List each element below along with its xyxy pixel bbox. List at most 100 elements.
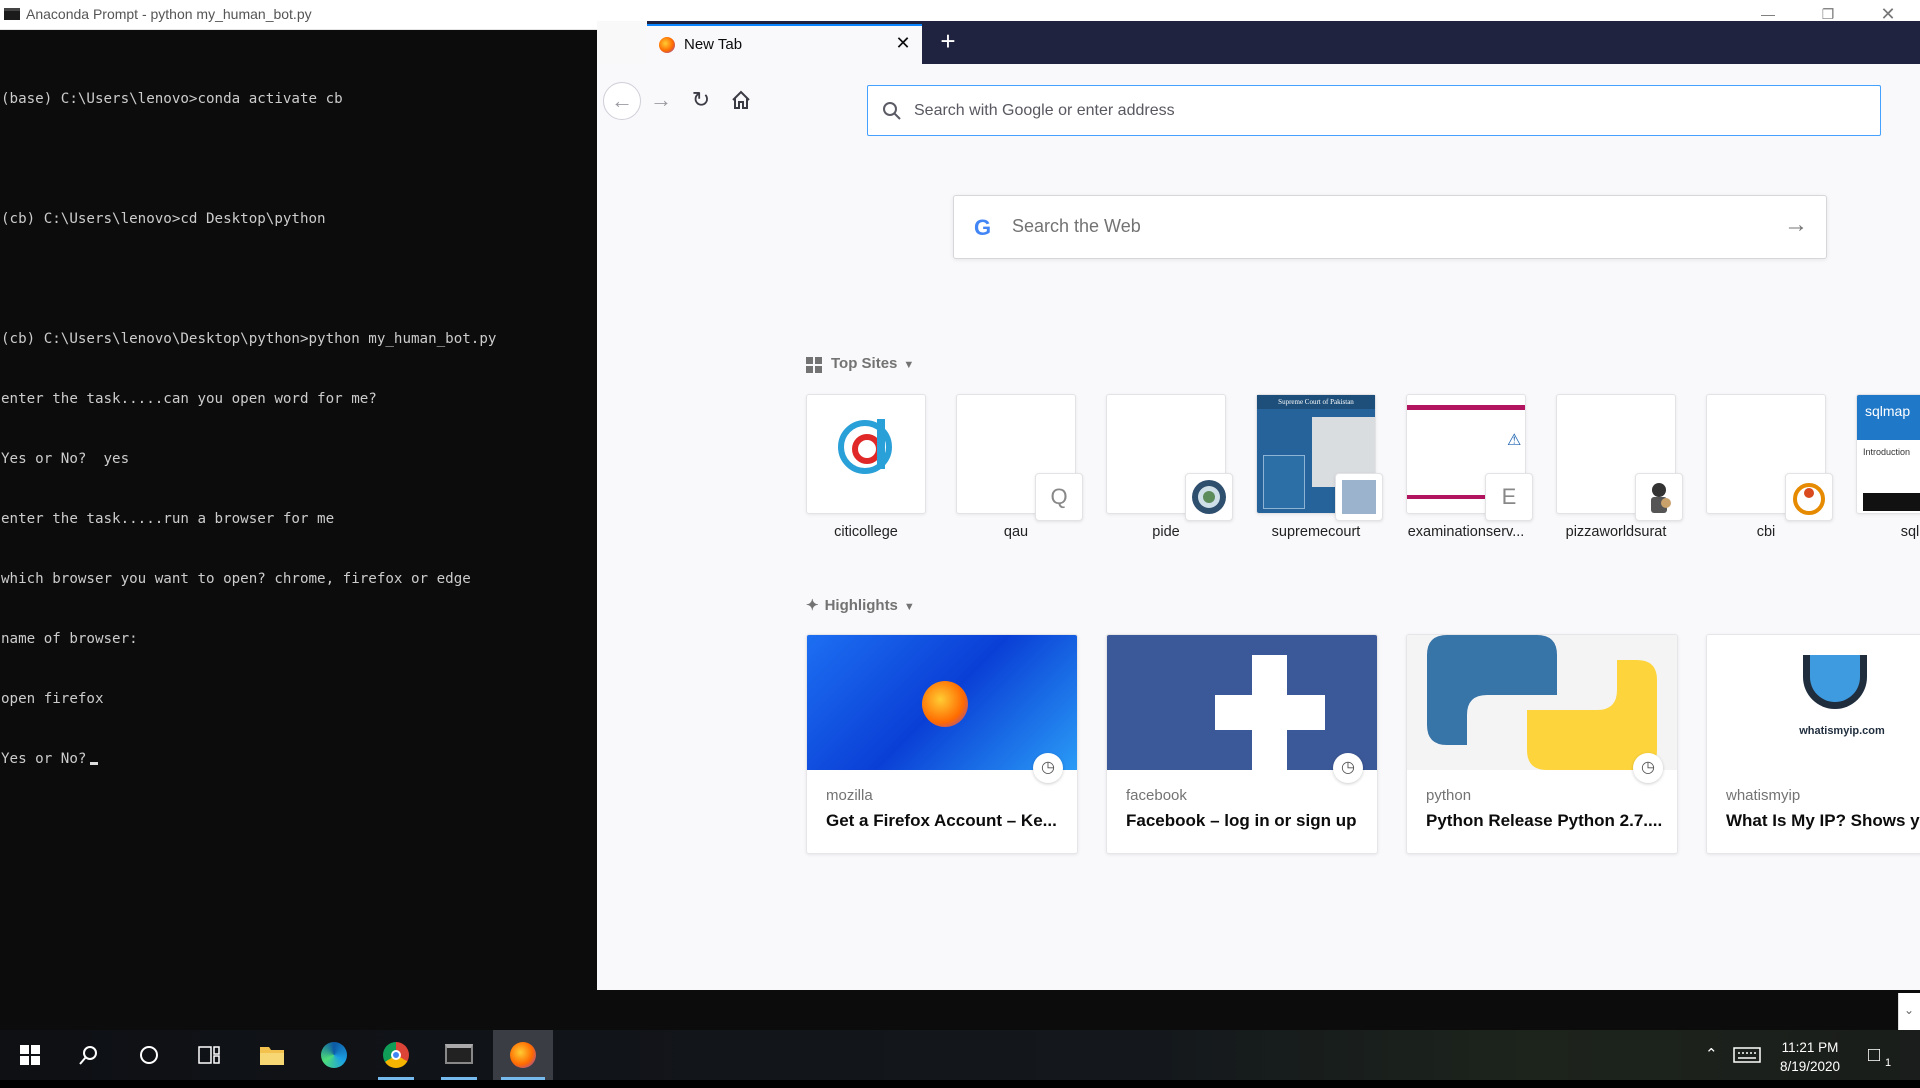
top-site-name: cbi — [1756, 524, 1776, 540]
highlight-title: Get a Firefox Account – Ke... — [826, 811, 1057, 830]
terminal-button[interactable] — [433, 1030, 485, 1080]
warning-icon: ⚠ — [1507, 432, 1522, 449]
site-favicon: E — [1485, 473, 1533, 521]
taskbar-clock[interactable]: 11:21 PM 8/19/2020 — [1762, 1038, 1858, 1076]
top-site-name: examinationserv... — [1407, 524, 1525, 540]
site-thumbnail — [1106, 394, 1233, 521]
console-scrollbar[interactable]: ⌄ — [1898, 993, 1920, 1030]
console-line: name of browser: — [1, 631, 138, 647]
search-button[interactable] — [63, 1030, 115, 1080]
clock-icon: ◷ — [1633, 753, 1663, 783]
whatismyip-logo — [1803, 655, 1867, 709]
highlight-site: mozilla — [826, 787, 873, 804]
notification-count: 1 — [1885, 1057, 1892, 1069]
top-site-tile[interactable]: pizzaworldsurat — [1556, 394, 1683, 540]
highlight-thumbnail — [807, 635, 1077, 770]
console-output[interactable]: (base) C:\Users\lenovo>conda activate cb… — [1, 49, 581, 809]
site-band — [1407, 495, 1497, 499]
citicollege-logo — [838, 419, 892, 474]
highlight-site: python — [1426, 787, 1472, 804]
reload-button[interactable]: ↻ — [683, 82, 719, 118]
highlight-thumbnail: whatismyip.com — [1707, 635, 1920, 770]
console-line: open firefox — [1, 691, 104, 707]
address-bar[interactable] — [867, 85, 1881, 136]
navigation-toolbar: ← → ↻ — [597, 64, 1920, 138]
home-icon — [732, 90, 750, 109]
cortana-button[interactable] — [123, 1030, 175, 1080]
home-button[interactable] — [723, 82, 759, 118]
firefox-icon — [510, 1042, 536, 1068]
top-site-name: citicollege — [834, 524, 898, 540]
new-tab-button[interactable]: + — [933, 27, 963, 57]
pizza-chef-icon — [1651, 483, 1671, 513]
task-view-icon — [198, 1046, 220, 1064]
back-button[interactable]: ← — [603, 82, 641, 120]
clock-date: 8/19/2020 — [1779, 1059, 1841, 1074]
site-thumbnail — [1556, 394, 1683, 521]
highlight-card[interactable]: whatismyip.com whatismyip What Is My IP?… — [1706, 634, 1920, 854]
site-thumbnail: Q — [956, 394, 1083, 521]
top-site-tile[interactable]: Q qau — [956, 394, 1083, 540]
console-title: Anaconda Prompt - python my_human_bot.py — [26, 6, 312, 22]
highlight-card[interactable]: ◷ python Python Release Python 2.7.... — [1406, 634, 1678, 854]
site-thumbnail: ⚠ E — [1406, 394, 1533, 521]
highlight-thumbnail — [1407, 635, 1677, 770]
site-band — [1407, 405, 1525, 410]
tab-new-tab[interactable]: New Tab ✕ — [647, 24, 922, 64]
task-view-button[interactable] — [183, 1030, 235, 1080]
top-sites-header[interactable]: Top Sites ▼ — [831, 355, 914, 372]
top-site-tile[interactable]: citicollege — [806, 394, 926, 540]
highlight-card[interactable]: ◷ mozilla Get a Firefox Account – Ke... — [806, 634, 1078, 854]
top-site-name: pizzaworldsurat — [1565, 524, 1667, 540]
scroll-down-icon[interactable]: ⌄ — [1904, 1003, 1914, 1017]
highlight-card[interactable]: ◷ facebook Facebook – log in or sign up — [1106, 634, 1378, 854]
top-site-tile[interactable]: ⚠ E examinationserv... — [1406, 394, 1533, 540]
highlights-header[interactable]: ✦ Highlights ▼ — [806, 596, 915, 614]
file-explorer-button[interactable] — [246, 1030, 298, 1080]
chrome-button[interactable] — [370, 1030, 422, 1080]
chevron-down-icon[interactable]: ▼ — [904, 601, 915, 613]
console-line: Yes or No? — [1, 751, 87, 767]
chevron-down-icon[interactable]: ▼ — [903, 359, 914, 371]
top-site-tile[interactable]: cbi — [1706, 394, 1833, 540]
start-button[interactable] — [4, 1030, 56, 1080]
tab-close-icon[interactable]: ✕ — [892, 32, 914, 54]
chevron-up-icon[interactable]: ⌃ — [1705, 1030, 1718, 1080]
sqlmap-logo: sqlmap — [1857, 395, 1920, 440]
terminal-image — [1863, 493, 1920, 511]
chrome-icon — [383, 1042, 409, 1068]
search-submit-icon[interactable]: → — [1784, 211, 1808, 239]
taskbar: ⌃ 11:21 PM 8/19/2020 □ 1 — [0, 1030, 1920, 1080]
top-site-tile[interactable]: Supreme Court of Pakistan supremecourt — [1256, 394, 1383, 540]
console-prompt-line[interactable]: Yes or No? — [1, 749, 581, 769]
tab-bar-gap — [597, 21, 647, 64]
top-sites-icon — [806, 357, 822, 373]
top-site-tile[interactable]: sqlmap Introduction sqlm — [1856, 394, 1920, 540]
top-site-name: qau — [1003, 524, 1029, 540]
firefox-button[interactable] — [493, 1030, 553, 1080]
console-line: enter the task.....can you open word for… — [1, 391, 377, 407]
text-cursor — [90, 762, 99, 765]
firefox-icon — [659, 37, 675, 53]
pide-seal-icon — [1192, 480, 1226, 514]
console-line: (cb) C:\Users\lenovo>cd Desktop\python — [1, 211, 326, 227]
address-input[interactable] — [912, 98, 1816, 124]
site-thumbnail: Supreme Court of Pakistan — [1256, 394, 1383, 521]
keyboard-icon[interactable] — [1733, 1030, 1761, 1080]
terminal-icon — [445, 1044, 473, 1064]
forward-button[interactable]: → — [643, 82, 679, 118]
facebook-logo-notch — [1287, 653, 1327, 693]
firefox-window[interactable]: New Tab ✕ + ← → ↻ G Search the Web → Top… — [597, 21, 1920, 990]
edge-button[interactable] — [308, 1030, 360, 1080]
web-search-placeholder: Search the Web — [1012, 216, 1141, 236]
tab-label: New Tab — [684, 36, 743, 53]
site-thumbnail — [1706, 394, 1833, 521]
python-logo — [1427, 635, 1657, 770]
highlight-title: Python Release Python 2.7.... — [1426, 811, 1663, 830]
top-site-tile[interactable]: pide — [1106, 394, 1233, 540]
web-search-box[interactable]: G Search the Web → — [953, 195, 1827, 259]
highlights-icon: ✦ — [806, 597, 819, 614]
clock-icon: ◷ — [1033, 753, 1063, 783]
notification-button[interactable]: □ 1 — [1868, 1030, 1891, 1080]
